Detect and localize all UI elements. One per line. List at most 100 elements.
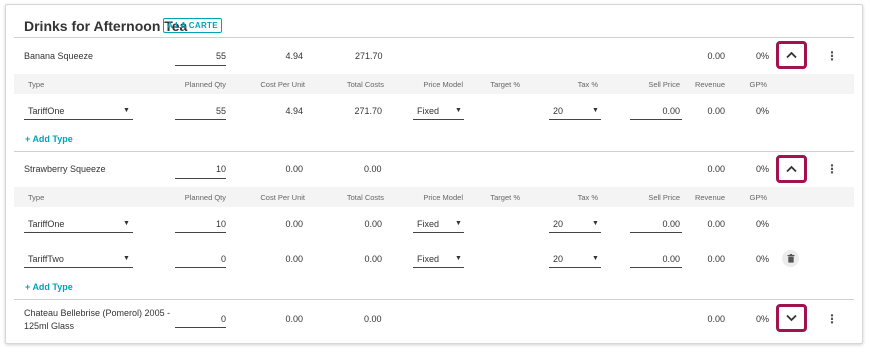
header-price-model: Price Model xyxy=(423,193,463,202)
chevron-up-icon xyxy=(786,165,797,173)
tax-underline xyxy=(549,119,601,120)
qty-underline xyxy=(175,327,226,328)
header-gp: GP% xyxy=(749,80,767,89)
price-model-underline xyxy=(413,232,464,233)
sell-price-underline xyxy=(630,267,682,268)
sell-price-input[interactable]: 0.00 xyxy=(630,254,680,265)
caret-down-icon: ▼ xyxy=(592,255,599,262)
header-tax-pct: Tax % xyxy=(577,80,598,89)
expand-button[interactable] xyxy=(776,304,807,332)
type-gp: 0% xyxy=(755,254,769,264)
item-qty-input[interactable]: 55 xyxy=(175,51,226,62)
delete-type-button[interactable] xyxy=(782,250,799,267)
type-qty-input[interactable]: 10 xyxy=(175,219,226,230)
type-cost-per-unit: 0.00 xyxy=(285,219,303,229)
item-name-line-2: 125ml Glass xyxy=(24,321,75,331)
tax-select[interactable]: 20 xyxy=(553,254,563,265)
tax-underline xyxy=(549,267,601,268)
type-underline xyxy=(24,232,133,233)
plus-icon: + xyxy=(25,134,31,144)
add-type-button[interactable]: + Add Type xyxy=(25,134,73,144)
caret-down-icon: ▼ xyxy=(455,220,462,227)
plus-icon: + xyxy=(25,282,31,292)
type-total-costs: 0.00 xyxy=(364,254,382,264)
type-total-costs: 0.00 xyxy=(364,219,382,229)
add-type-button[interactable]: + Add Type xyxy=(25,282,73,292)
qty-underline xyxy=(175,178,226,179)
header-total-costs: Total Costs xyxy=(346,80,384,89)
type-underline xyxy=(24,267,133,268)
sell-price-input[interactable]: 0.00 xyxy=(630,219,680,230)
header-type: Type xyxy=(28,80,45,89)
type-select[interactable]: TariffOne xyxy=(28,106,64,117)
caret-down-icon: ▼ xyxy=(123,107,130,114)
type-revenue: 0.00 xyxy=(707,254,725,264)
item-revenue: 0.00 xyxy=(707,314,725,324)
caret-down-icon: ▼ xyxy=(455,255,462,262)
qty-underline xyxy=(175,267,226,268)
collapse-button[interactable] xyxy=(776,155,807,183)
item-cost-per-unit: 0.00 xyxy=(285,164,303,174)
tax-select[interactable]: 20 xyxy=(553,106,563,117)
type-qty-input[interactable]: 0 xyxy=(175,254,226,265)
header-cost-per-unit: Cost Per Unit xyxy=(260,80,305,89)
price-model-select[interactable]: Fixed xyxy=(417,106,439,117)
header-target-pct: Target % xyxy=(490,80,520,89)
collapse-button[interactable] xyxy=(776,41,807,69)
qty-underline xyxy=(175,65,226,66)
item-qty-input[interactable]: 0 xyxy=(175,314,226,325)
item-name: Banana Squeeze xyxy=(24,51,94,61)
header-total-costs: Total Costs xyxy=(346,193,384,202)
tax-underline xyxy=(549,232,601,233)
sell-price-input[interactable]: 0.00 xyxy=(630,106,680,117)
qty-underline xyxy=(175,232,226,233)
divider xyxy=(14,37,854,38)
type-cost-per-unit: 0.00 xyxy=(285,254,303,264)
qty-underline xyxy=(175,119,226,120)
item-gp: 0% xyxy=(755,164,769,174)
caret-down-icon: ▼ xyxy=(123,255,130,262)
item-name-line-1: Chateau Bellebrise (Pomerol) 2005 - xyxy=(24,308,171,318)
divider xyxy=(14,151,854,152)
type-select[interactable]: TariffOne xyxy=(28,219,64,230)
item-gp: 0% xyxy=(755,314,769,324)
trash-icon xyxy=(787,254,794,263)
more-vertical-icon[interactable]: ⋮ xyxy=(826,312,838,326)
caret-down-icon: ▼ xyxy=(592,220,599,227)
more-vertical-icon[interactable]: ⋮ xyxy=(826,49,838,63)
sell-price-underline xyxy=(630,232,682,233)
type-underline xyxy=(24,119,133,120)
header-price-model: Price Model xyxy=(423,80,463,89)
header-sell-price: Sell Price xyxy=(648,193,680,202)
divider xyxy=(14,299,854,300)
header-planned-qty: Planned Qty xyxy=(184,80,226,89)
item-revenue: 0.00 xyxy=(707,51,725,61)
tax-select[interactable]: 20 xyxy=(553,219,563,230)
header-revenue: Revenue xyxy=(694,193,725,202)
sell-price-underline xyxy=(630,119,682,120)
type-revenue: 0.00 xyxy=(707,106,725,116)
price-model-underline xyxy=(413,267,464,268)
add-type-label: Add Type xyxy=(32,134,73,144)
price-model-select[interactable]: Fixed xyxy=(417,219,439,230)
price-model-select[interactable]: Fixed xyxy=(417,254,439,265)
item-total-costs: 271.70 xyxy=(355,51,383,61)
header-target-pct: Target % xyxy=(490,193,520,202)
chevron-up-icon xyxy=(786,51,797,59)
item-revenue: 0.00 xyxy=(707,164,725,174)
type-revenue: 0.00 xyxy=(707,219,725,229)
type-select[interactable]: TariffTwo xyxy=(28,254,64,265)
drinks-section-card: Drinks for Afternoon Tea A LA CARTE xyxy=(5,4,863,344)
header-tax-pct: Tax % xyxy=(577,193,598,202)
item-gp: 0% xyxy=(755,51,769,61)
header-revenue: Revenue xyxy=(694,80,725,89)
type-qty-input[interactable]: 55 xyxy=(175,106,226,117)
caret-down-icon: ▼ xyxy=(455,107,462,114)
caret-down-icon: ▼ xyxy=(123,220,130,227)
add-type-label: Add Type xyxy=(32,282,73,292)
header-type: Type xyxy=(28,193,45,202)
item-qty-input[interactable]: 10 xyxy=(175,164,226,175)
more-vertical-icon[interactable]: ⋮ xyxy=(826,162,838,176)
price-model-underline xyxy=(413,119,464,120)
header-sell-price: Sell Price xyxy=(648,80,680,89)
